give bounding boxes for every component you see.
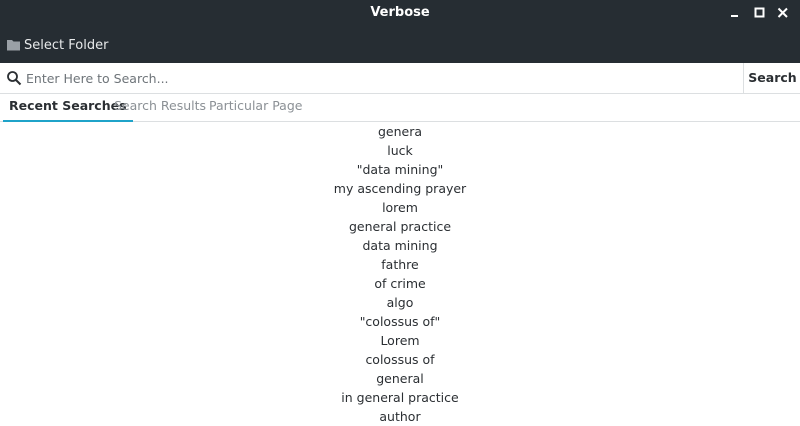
minimize-button[interactable] [728,5,744,21]
tab-recent-searches[interactable]: Recent Searches [3,94,133,122]
window-title: Verbose [370,5,430,20]
list-item[interactable]: lorem [0,198,800,217]
list-item[interactable]: fathre [0,255,800,274]
list-item[interactable]: colossus of [0,350,800,369]
title-bar: Verbose [0,0,800,28]
list-item[interactable]: luck [0,141,800,160]
search-input[interactable] [26,67,738,89]
search-icon [7,71,22,86]
close-icon [777,7,788,18]
list-item[interactable]: of crime [0,274,800,293]
list-item[interactable]: "data mining" [0,160,800,179]
search-bar: Search [0,63,800,94]
list-item[interactable]: genera [0,122,800,141]
list-item[interactable]: author [0,407,800,426]
list-item[interactable]: data mining [0,236,800,255]
list-item[interactable]: general [0,369,800,388]
list-item[interactable]: in general practice [0,388,800,407]
list-item[interactable]: my ascending prayer [0,179,800,198]
maximize-button[interactable] [752,5,768,21]
folder-icon [7,40,20,51]
list-item[interactable]: "colossus of" [0,312,800,331]
select-folder-button[interactable]: Select Folder [6,34,108,56]
list-item[interactable]: algo [0,293,800,312]
search-button[interactable]: Search [743,63,800,93]
tab-particular-page[interactable]: Particular Page [209,94,302,121]
tab-bar: Recent Searches Search Results Particula… [0,94,800,122]
recent-searches-list: genera luck "data mining" my ascending p… [0,122,800,426]
list-item[interactable]: general practice [0,217,800,236]
select-folder-label: Select Folder [24,37,109,53]
toolbar: Select Folder [0,28,800,63]
maximize-icon [754,7,765,18]
minimize-icon [731,15,738,17]
close-button[interactable] [775,5,791,21]
tab-search-results[interactable]: Search Results [114,94,206,121]
list-item[interactable]: Lorem [0,331,800,350]
